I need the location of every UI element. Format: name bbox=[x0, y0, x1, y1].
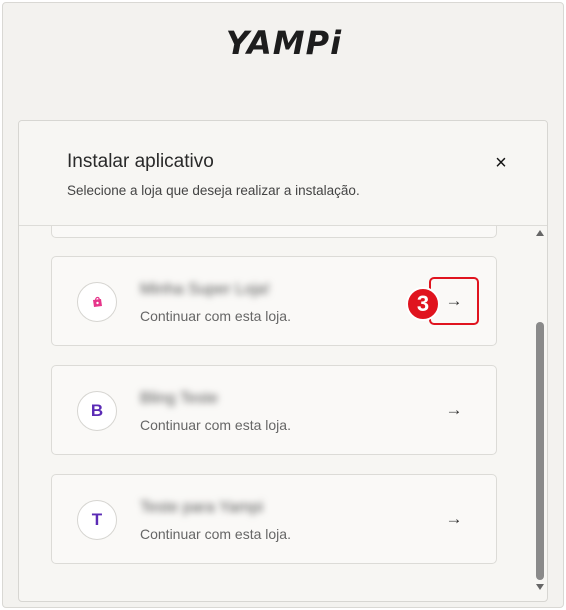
store-subtitle: Continuar com esta loja. bbox=[140, 308, 291, 324]
store-card-partial[interactable] bbox=[51, 226, 497, 238]
scroll-down-icon[interactable] bbox=[536, 584, 544, 590]
shopping-bag-icon bbox=[93, 296, 102, 307]
modal-subtitle: Selecione a loja que deseja realizar a i… bbox=[67, 183, 360, 198]
yampi-logo: YAMPi bbox=[211, 24, 357, 62]
store-avatar bbox=[77, 282, 117, 322]
continue-arrow-button[interactable]: → bbox=[429, 495, 479, 543]
install-app-modal: Instalar aplicativo Selecione a loja que… bbox=[18, 120, 548, 602]
modal-title: Instalar aplicativo bbox=[67, 151, 214, 172]
scroll-up-icon[interactable] bbox=[536, 230, 544, 236]
logo-text: YAMPi bbox=[225, 24, 343, 62]
store-name: Minha Super Loja! bbox=[140, 281, 270, 298]
app-window: YAMPi Instalar aplicativo Selecione a lo… bbox=[2, 2, 564, 608]
modal-header: Instalar aplicativo Selecione a loja que… bbox=[19, 121, 547, 226]
store-name: Bling Teste bbox=[140, 390, 218, 407]
store-card[interactable]: T Teste para Yampi Continuar com esta lo… bbox=[51, 474, 497, 564]
close-icon[interactable]: × bbox=[489, 151, 513, 175]
step-badge: 3 bbox=[406, 287, 440, 321]
store-subtitle: Continuar com esta loja. bbox=[140, 526, 291, 542]
continue-arrow-button[interactable]: → bbox=[429, 386, 479, 434]
scroll-thumb[interactable] bbox=[536, 322, 544, 580]
store-card[interactable]: Minha Super Loja! Continuar com esta loj… bbox=[51, 256, 497, 346]
store-avatar: T bbox=[77, 500, 117, 540]
store-subtitle: Continuar com esta loja. bbox=[140, 417, 291, 433]
scrollbar[interactable] bbox=[534, 226, 546, 598]
arrow-right-icon: → bbox=[445, 291, 463, 310]
arrow-right-icon: → bbox=[445, 400, 463, 419]
store-avatar: B bbox=[77, 391, 117, 431]
store-list[interactable]: Minha Super Loja! Continuar com esta loj… bbox=[19, 226, 547, 601]
store-name: Teste para Yampi bbox=[140, 499, 264, 516]
store-card[interactable]: B Bling Teste Continuar com esta loja. → bbox=[51, 365, 497, 455]
arrow-right-icon: → bbox=[445, 509, 463, 528]
